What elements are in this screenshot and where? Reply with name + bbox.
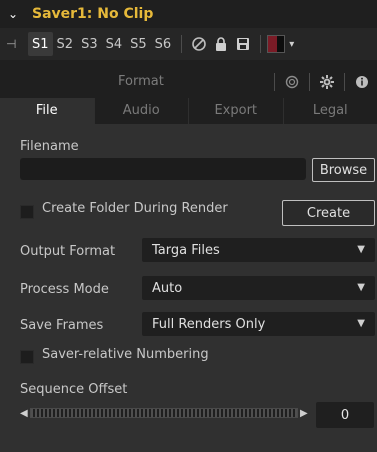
swatch-black bbox=[276, 36, 285, 52]
process-mode-label: Process Mode bbox=[20, 282, 109, 297]
lock-icon[interactable] bbox=[210, 33, 232, 55]
divider bbox=[309, 73, 310, 91]
format-row: Format bbox=[0, 68, 377, 96]
create-button[interactable]: Create bbox=[282, 200, 375, 226]
filename-field[interactable] bbox=[20, 158, 306, 180]
format-label: Format bbox=[118, 74, 164, 89]
save-frames-select[interactable]: Full Renders Only ▼ bbox=[142, 312, 375, 336]
collapse-chevron-icon[interactable]: ⌄ bbox=[8, 7, 22, 21]
create-folder-label: Create Folder During Render bbox=[42, 201, 228, 216]
slider-track[interactable] bbox=[30, 408, 298, 418]
tab-bar: File Audio Export Legal bbox=[0, 98, 377, 124]
slot-s5[interactable]: S5 bbox=[126, 32, 151, 56]
divider bbox=[344, 73, 345, 91]
slider-left-arrow-icon[interactable]: ◀ bbox=[20, 408, 30, 419]
tab-export[interactable]: Export bbox=[188, 98, 283, 124]
chevron-down-icon: ▼ bbox=[357, 318, 365, 329]
chevron-down-icon: ▼ bbox=[357, 244, 365, 255]
browse-button[interactable]: Browse bbox=[312, 158, 375, 182]
format-tools bbox=[268, 68, 373, 96]
slot-s4[interactable]: S4 bbox=[102, 32, 127, 56]
info-icon[interactable] bbox=[351, 71, 373, 93]
save-icon[interactable] bbox=[232, 33, 254, 55]
chevron-down-icon[interactable]: ▾ bbox=[289, 39, 294, 50]
slider-right-arrow-icon[interactable]: ▶ bbox=[300, 408, 310, 419]
save-frames-label: Save Frames bbox=[20, 318, 104, 333]
chevron-down-icon: ▼ bbox=[357, 282, 365, 293]
output-format-label: Output Format bbox=[20, 244, 116, 259]
title-bar: ⌄ Saver1: No Clip bbox=[0, 0, 377, 28]
tab-legal[interactable]: Legal bbox=[282, 98, 377, 124]
filename-label: Filename bbox=[20, 139, 79, 154]
toolbar-divider bbox=[260, 35, 262, 53]
tab-audio[interactable]: Audio bbox=[93, 98, 189, 124]
tab-file[interactable]: File bbox=[0, 98, 94, 124]
link-icon[interactable] bbox=[281, 71, 303, 93]
pin-icon[interactable]: ⊣ bbox=[6, 37, 28, 51]
slot-s1[interactable]: S1 bbox=[28, 32, 53, 56]
process-mode-select[interactable]: Auto ▼ bbox=[142, 276, 375, 300]
sequence-offset-slider[interactable]: ◀ ▶ bbox=[20, 406, 310, 420]
output-format-select[interactable]: Targa Files ▼ bbox=[142, 238, 375, 262]
slot-s6[interactable]: S6 bbox=[151, 32, 176, 56]
color-swatch[interactable] bbox=[267, 35, 286, 53]
tool-toolbar: ⊣ S1 S2 S3 S4 S5 S6 ▾ bbox=[0, 28, 377, 60]
slot-s2[interactable]: S2 bbox=[53, 32, 78, 56]
gear-icon[interactable] bbox=[316, 71, 338, 93]
sequence-offset-label: Sequence Offset bbox=[20, 382, 128, 397]
swatch-red bbox=[268, 36, 277, 52]
divider bbox=[274, 73, 275, 91]
saver-relative-label: Saver-relative Numbering bbox=[42, 347, 209, 362]
disable-icon[interactable] bbox=[188, 33, 210, 55]
tool-title: Saver1: No Clip bbox=[32, 6, 154, 22]
create-folder-checkbox[interactable] bbox=[20, 205, 34, 219]
saver-relative-checkbox[interactable] bbox=[20, 350, 34, 364]
toolbar-divider bbox=[181, 35, 183, 53]
sequence-offset-value[interactable]: 0 bbox=[316, 402, 374, 428]
slot-s3[interactable]: S3 bbox=[77, 32, 102, 56]
